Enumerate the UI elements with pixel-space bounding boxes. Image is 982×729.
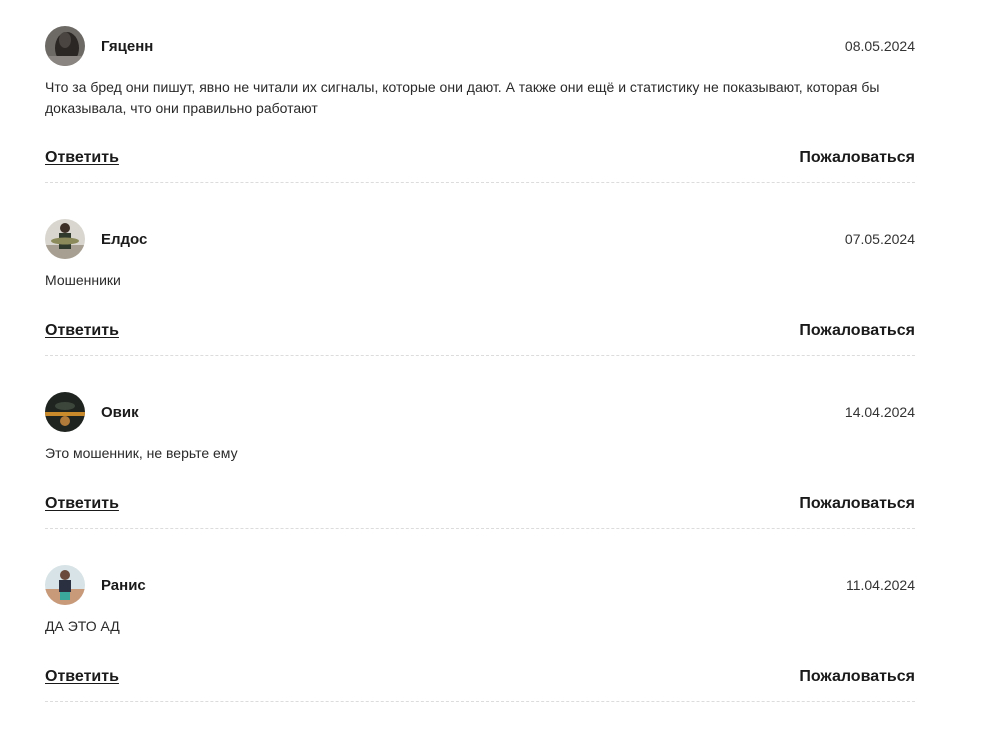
comment-author: Ранис [101, 576, 146, 594]
reply-link[interactable]: Ответить [45, 495, 119, 513]
comment-text: Мошенники [45, 272, 121, 288]
comment-text: ДА ЭТО АД [45, 618, 120, 634]
comments-list: Гяценн 08.05.2024 Что за бред они пишут,… [45, 0, 915, 702]
avatar [45, 565, 85, 605]
comment-author: Гяценн [101, 37, 154, 55]
comment-actions: Ответить Пожаловаться [45, 493, 915, 528]
reply-link[interactable]: Ответить [45, 322, 119, 340]
comment-text: Что за бред они пишут, явно не читали их… [45, 79, 880, 116]
comment-date: 11.04.2024 [845, 577, 915, 593]
comment-actions: Ответить Пожаловаться [45, 666, 915, 701]
comment-header: Овик 14.04.2024 [45, 392, 915, 432]
comment-header: Елдос 07.05.2024 [45, 219, 915, 259]
report-link[interactable]: Пожаловаться [799, 149, 915, 167]
avatar [45, 219, 85, 259]
reply-link[interactable]: Ответить [45, 668, 119, 686]
comment-author: Овик [101, 403, 139, 421]
comment-item: Елдос 07.05.2024 Мошенники Ответить Пожа… [45, 219, 915, 356]
comment-date: 08.05.2024 [844, 38, 915, 54]
comment-actions: Ответить Пожаловаться [45, 320, 915, 355]
comment-actions: Ответить Пожаловаться [45, 147, 915, 182]
comment-date: 14.04.2024 [844, 404, 915, 420]
comment-header: Ранис 11.04.2024 [45, 565, 915, 605]
avatar [45, 392, 85, 432]
comment-author: Елдос [101, 230, 148, 248]
comment-date: 07.05.2024 [844, 231, 915, 247]
report-link[interactable]: Пожаловаться [799, 322, 915, 340]
comment-item: Гяценн 08.05.2024 Что за бред они пишут,… [45, 26, 915, 183]
comment-text: Это мошенник, не верьте ему [45, 445, 238, 461]
avatar [45, 26, 85, 66]
comment-item: Овик 14.04.2024 Это мошенник, не верьте … [45, 392, 915, 529]
comment-header: Гяценн 08.05.2024 [45, 26, 915, 66]
report-link[interactable]: Пожаловаться [799, 668, 915, 686]
reply-link[interactable]: Ответить [45, 149, 119, 167]
comment-item: Ранис 11.04.2024 ДА ЭТО АД Ответить Пожа… [45, 565, 915, 702]
report-link[interactable]: Пожаловаться [799, 495, 915, 513]
